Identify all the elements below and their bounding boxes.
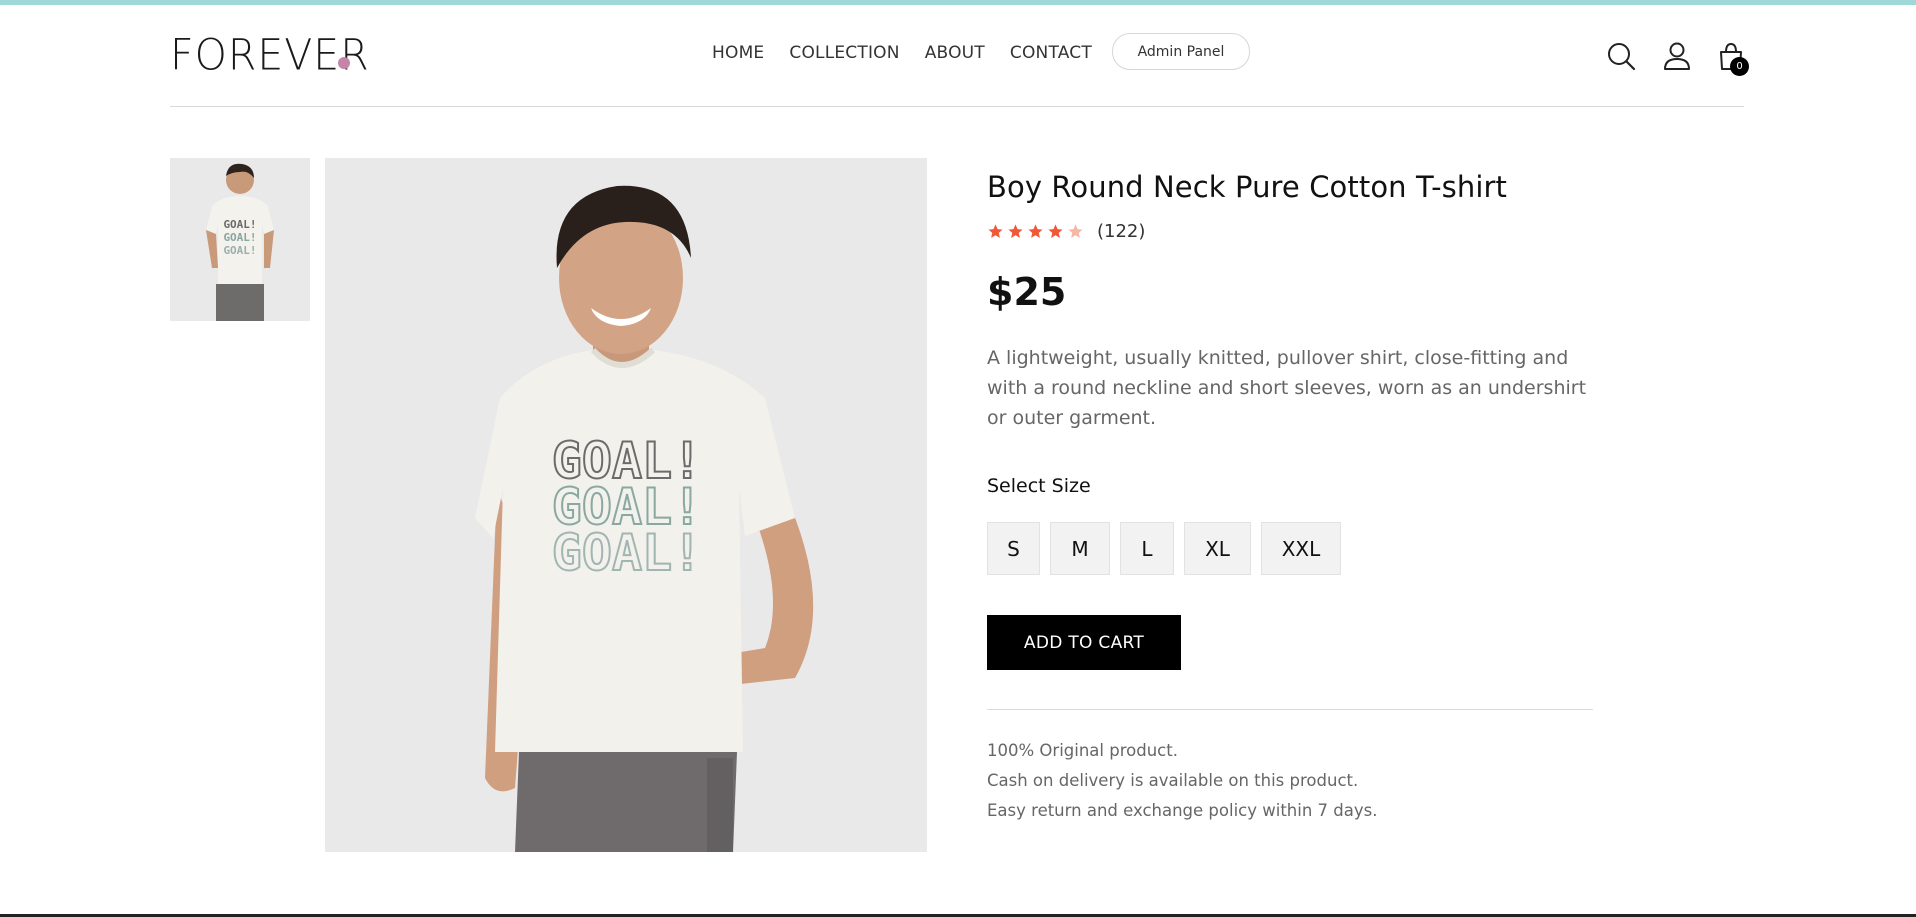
product-description: A lightweight, usually knitted, pullover… — [987, 347, 1587, 429]
policy-cod: Cash on delivery is available on this pr… — [987, 771, 1359, 790]
size-button-s[interactable]: S — [987, 522, 1040, 575]
product-policies: 100% Original product. Cash on delivery … — [987, 736, 1377, 826]
product-rating: (122) — [987, 221, 1145, 242]
thumb-goal-3: GOAL! — [223, 244, 256, 257]
star-empty-icon — [1068, 224, 1083, 238]
cart-count-badge: 0 — [1730, 57, 1749, 76]
search-icon[interactable] — [1606, 41, 1636, 71]
nav-collection[interactable]: COLLECTION — [789, 43, 899, 63]
main-image-illustration: GOAL! GOAL! GOAL! — [325, 158, 927, 852]
policy-original: 100% Original product. — [987, 741, 1178, 760]
star-filled-icon — [988, 224, 1003, 238]
thumb-goal-2: GOAL! — [223, 231, 256, 244]
policy-return: Easy return and exchange policy within 7… — [987, 801, 1378, 820]
product-main-image: GOAL! GOAL! GOAL! — [325, 158, 927, 852]
size-button-m[interactable]: M — [1050, 522, 1110, 575]
main-nav: HOME COLLECTION ABOUT CONTACT — [712, 43, 1117, 63]
nav-home[interactable]: HOME — [712, 43, 764, 63]
size-button-l[interactable]: L — [1120, 522, 1174, 575]
logo[interactable]: FOREVER — [170, 32, 370, 78]
thumb-goal-1: GOAL! — [223, 218, 256, 231]
add-to-cart-button[interactable]: ADD TO CART — [987, 615, 1181, 670]
user-icon[interactable] — [1662, 41, 1692, 71]
size-button-xxl[interactable]: XXL — [1261, 522, 1341, 575]
product-title: Boy Round Neck Pure Cotton T-shirt — [987, 170, 1508, 204]
print-goal-3: GOAL! — [552, 524, 703, 582]
admin-panel-button[interactable]: Admin Panel — [1112, 33, 1250, 70]
select-size-label: Select Size — [987, 475, 1091, 497]
size-options: S M L XL XXL — [987, 522, 1351, 575]
nav-about[interactable]: ABOUT — [925, 43, 985, 63]
size-button-xl[interactable]: XL — [1184, 522, 1251, 575]
site-header: FOREVER HOME COLLECTION ABOUT CONTACT Ad… — [170, 5, 1749, 107]
divider — [987, 709, 1593, 710]
rating-count: (122) — [1097, 221, 1146, 242]
star-filled-icon — [1028, 224, 1043, 238]
product-price: $25 — [987, 270, 1067, 314]
logo-dot — [338, 57, 350, 69]
product-thumbnail[interactable]: GOAL! GOAL! GOAL! — [170, 158, 310, 321]
star-filled-icon — [1008, 224, 1023, 238]
thumbnail-image: GOAL! GOAL! GOAL! — [170, 158, 310, 321]
star-filled-icon — [1048, 224, 1063, 238]
nav-contact[interactable]: CONTACT — [1010, 43, 1092, 63]
